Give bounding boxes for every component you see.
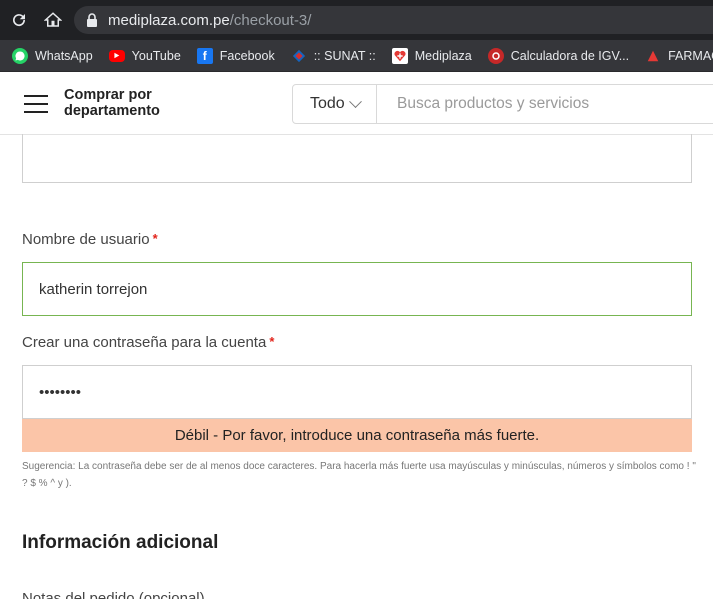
bookmark-sunat[interactable]: :: SUNAT ::: [291, 48, 376, 64]
search-category-value: Todo: [310, 95, 345, 112]
reload-icon[interactable]: [2, 0, 36, 40]
bookmark-label: FARMACIA: [668, 48, 713, 63]
bookmark-calculadora[interactable]: Calculadora de IGV...: [487, 47, 630, 64]
url-bar[interactable]: mediplaza.com.pe/checkout-3/: [74, 6, 713, 34]
password-hint: Sugerencia: La contraseña debe ser de al…: [22, 461, 696, 489]
bookmark-mediplaza[interactable]: Mediplaza: [391, 47, 472, 64]
whatsapp-icon: [12, 47, 28, 64]
lock-icon: [86, 13, 98, 27]
bookmark-label: WhatsApp: [35, 48, 93, 63]
home-icon[interactable]: [36, 0, 70, 40]
section-title: Información adicional: [22, 532, 219, 553]
username-label: Nombre de usuario *: [22, 231, 158, 248]
bookmark-label: Calculadora de IGV...: [510, 48, 630, 63]
bookmark-facebook[interactable]: f Facebook: [196, 47, 275, 64]
bookmark-label: Mediplaza: [414, 48, 472, 63]
bookmark-youtube[interactable]: YouTube: [108, 48, 181, 63]
username-input[interactable]: [22, 262, 692, 316]
bookmark-label: YouTube: [131, 48, 181, 63]
password-strength-meter: Débil - Por favor, introduce una contras…: [22, 419, 692, 452]
search-bar: Todo: [292, 84, 713, 124]
sunat-icon: [291, 48, 307, 64]
required-mark: *: [269, 334, 275, 349]
password-label: Crear una contraseña para la cuenta *: [22, 334, 275, 351]
youtube-icon: [108, 49, 125, 62]
bookmark-farmacia[interactable]: FARMACIA: [645, 48, 713, 64]
search-category-select[interactable]: Todo: [293, 85, 377, 123]
department-menu-label[interactable]: Comprar por departamento: [64, 87, 194, 119]
order-notes-label: Notas del pedido (opcional): [22, 590, 205, 599]
pharmacy-icon: [645, 48, 661, 64]
previous-field[interactable]: [22, 134, 692, 183]
url-text: mediplaza.com.pe/checkout-3/: [108, 11, 312, 29]
chevron-down-icon: [348, 94, 362, 108]
password-input[interactable]: [22, 365, 692, 419]
browser-toolbar: mediplaza.com.pe/checkout-3/: [0, 0, 713, 40]
site-header: Comprar por departamento Todo: [0, 72, 713, 135]
mediplaza-icon: [391, 47, 408, 64]
bookmarks-bar: WhatsApp YouTube f Facebook :: SUNAT :: …: [0, 40, 713, 72]
calculator-icon: [487, 47, 504, 64]
bookmark-label: Facebook: [219, 48, 275, 63]
search-input[interactable]: [377, 85, 713, 123]
bookmark-label: :: SUNAT ::: [313, 48, 376, 63]
facebook-icon: f: [196, 47, 213, 64]
required-mark: *: [152, 231, 158, 246]
menu-icon[interactable]: [24, 95, 48, 113]
bookmark-whatsapp[interactable]: WhatsApp: [12, 47, 93, 64]
